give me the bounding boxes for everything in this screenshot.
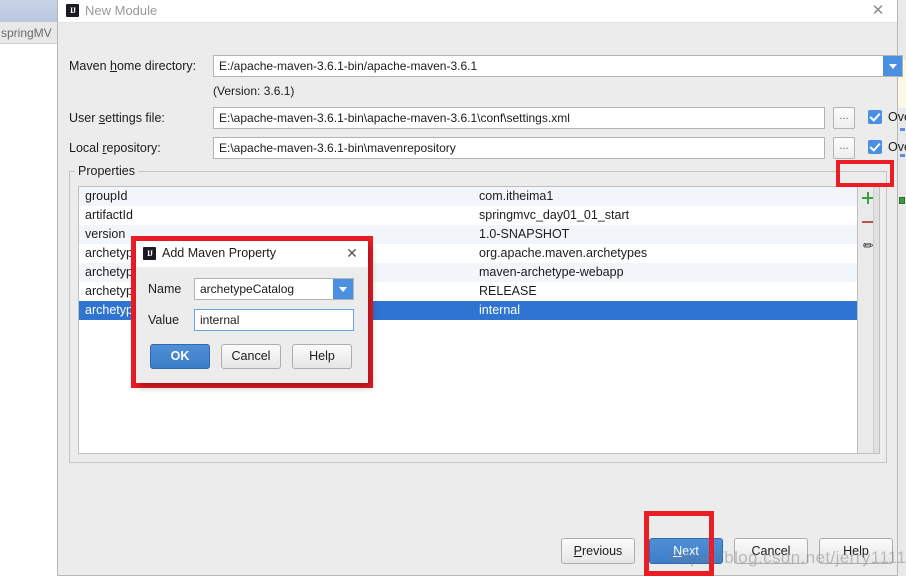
add-maven-property-title: Add Maven Property	[162, 246, 276, 260]
previous-label-post: revious	[582, 544, 623, 558]
previous-button[interactable]: Previous	[561, 538, 635, 564]
background-editor-area	[0, 44, 57, 576]
maven-home-label: Maven home directory:	[69, 59, 196, 73]
property-name-label: Name	[148, 282, 182, 296]
property-value-cell: com.itheima1	[479, 189, 554, 203]
previous-label-mnemonic: P	[573, 544, 583, 558]
maven-home-label-mnemonic: h	[110, 59, 117, 73]
close-icon[interactable]: ✕	[344, 245, 360, 261]
user-settings-browse-button[interactable]: ...	[833, 107, 855, 129]
local-repository-input[interactable]: E:\apache-maven-3.6.1-bin\mavenrepositor…	[213, 137, 825, 159]
user-settings-override-checkbox[interactable]: Override	[868, 110, 906, 124]
maven-home-directory-value: E:/apache-maven-3.6.1-bin/apache-maven-3…	[219, 59, 478, 73]
user-settings-label-pre: User	[69, 111, 99, 125]
property-name-cell: version	[85, 227, 126, 241]
property-value-cell: maven-archetype-webapp	[479, 265, 624, 279]
dialog-cancel-button[interactable]: Cancel	[221, 344, 281, 369]
user-settings-label-post: ettings file:	[105, 111, 165, 125]
local-repository-override-label: Override	[888, 140, 906, 154]
gutter-mark-2	[900, 154, 905, 157]
property-name-cell: groupId	[85, 189, 128, 203]
local-repository-label-pre: Local	[69, 141, 103, 155]
maven-home-label-post: ome directory:	[116, 59, 197, 73]
property-name-combobox[interactable]: archetypeCatalog	[194, 278, 354, 300]
intellij-idea-icon: IJ	[143, 247, 156, 260]
dialog-ok-button[interactable]: OK	[150, 344, 210, 369]
gutter-mark-3	[899, 197, 905, 204]
new-module-titlebar: IJ New Module ✕	[58, 0, 897, 23]
background-tab-strip	[0, 0, 57, 23]
local-repository-label: Local repository:	[69, 141, 161, 155]
user-settings-file-value: E:\apache-maven-3.6.1-bin\apache-maven-3…	[219, 111, 570, 125]
property-value-text: internal	[200, 313, 240, 327]
property-name-cell: artifactId	[85, 208, 133, 222]
maven-home-label-pre: Maven	[69, 59, 110, 73]
gutter-mark-1	[900, 128, 905, 131]
local-repository-label-post: epository:	[106, 141, 161, 155]
add-maven-property-dialog: IJ Add Maven Property ✕ Name archetypeCa…	[136, 241, 368, 383]
properties-scrollbar[interactable]	[873, 187, 879, 453]
property-value-label: Value	[148, 313, 180, 327]
user-settings-override-label: Override	[888, 110, 906, 124]
annotation-highlight-add-property	[836, 160, 894, 187]
table-row[interactable]: artifactId springmvc_day01_01_start	[79, 206, 879, 225]
maven-home-directory-input[interactable]: E:/apache-maven-3.6.1-bin/apache-maven-3…	[213, 55, 903, 77]
close-icon[interactable]: ✕	[869, 2, 887, 20]
property-name-value: archetypeCatalog	[200, 282, 295, 296]
annotation-highlight-next	[644, 511, 714, 576]
user-settings-file-input[interactable]: E:\apache-maven-3.6.1-bin\apache-maven-3…	[213, 107, 825, 129]
checkmark-icon	[868, 110, 882, 124]
property-value-cell: 1.0-SNAPSHOT	[479, 227, 570, 241]
local-repository-override-checkbox[interactable]: Override	[868, 140, 906, 154]
local-repository-browse-button[interactable]: ...	[833, 137, 855, 159]
maven-version-note: (Version: 3.6.1)	[213, 84, 295, 98]
chevron-down-icon[interactable]	[333, 279, 353, 299]
property-value-cell: RELEASE	[479, 284, 537, 298]
local-repository-value: E:\apache-maven-3.6.1-bin\mavenrepositor…	[219, 141, 456, 155]
property-value-cell: springmvc_day01_01_start	[479, 208, 630, 222]
background-editor-tab[interactable]: springMV	[0, 22, 57, 44]
user-settings-label: User settings file:	[69, 111, 165, 125]
property-value-cell: internal	[479, 303, 520, 317]
property-value-cell: org.apache.maven.archetypes	[479, 246, 648, 260]
help-button[interactable]: Help	[819, 538, 893, 564]
checkmark-icon	[868, 140, 882, 154]
background-right-gutter	[897, 0, 906, 576]
table-row[interactable]: groupId com.itheima1	[79, 187, 879, 206]
property-value-input[interactable]: internal	[194, 309, 354, 331]
add-maven-property-titlebar: IJ Add Maven Property ✕	[136, 241, 368, 267]
dialog-help-button[interactable]: Help	[292, 344, 352, 369]
window-title: New Module	[85, 3, 158, 18]
cancel-button[interactable]: Cancel	[734, 538, 808, 564]
intellij-idea-icon: IJ	[66, 4, 79, 17]
properties-group-legend: Properties	[75, 164, 138, 178]
chevron-down-icon[interactable]	[883, 56, 902, 76]
